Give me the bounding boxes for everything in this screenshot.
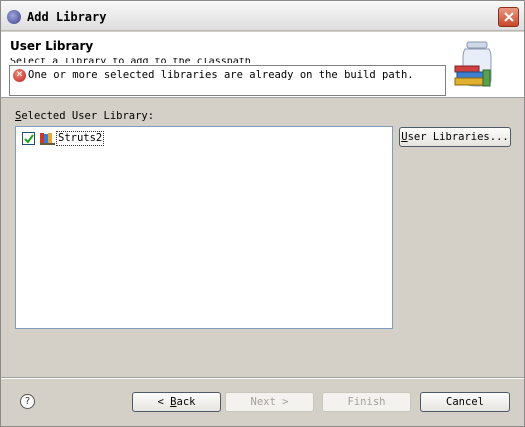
window-title: Add Library <box>27 10 107 24</box>
user-libraries-button[interactable]: User Libraries... <box>399 127 511 147</box>
list-item[interactable]: Struts2 <box>22 130 105 146</box>
error-message: One or more selected libraries are alrea… <box>28 69 414 81</box>
library-icon <box>40 132 55 145</box>
selected-user-library-label: Selected User Library: <box>15 110 155 122</box>
close-button[interactable] <box>498 7 519 27</box>
error-icon: ✕ <box>13 69 26 82</box>
add-library-dialog: Add Library User Library Select a librar… <box>0 0 525 427</box>
eclipse-icon <box>7 10 21 24</box>
footer-divider <box>1 377 524 379</box>
checkmark-icon <box>24 133 34 144</box>
user-library-list[interactable]: Struts2 <box>15 126 393 329</box>
error-message-box: ✕ One or more selected libraries are alr… <box>9 65 446 96</box>
back-button[interactable]: < Back <box>132 392 221 412</box>
cancel-button[interactable]: Cancel <box>420 392 510 412</box>
library-jar-icon <box>454 41 492 87</box>
help-icon[interactable]: ? <box>20 394 35 409</box>
wizard-header: User Library Select a library to add to … <box>1 32 524 98</box>
close-icon <box>504 12 514 22</box>
struts2-checkbox[interactable] <box>22 131 35 145</box>
next-button[interactable]: Next > <box>225 392 314 412</box>
page-title: User Library <box>10 39 94 53</box>
title-bar[interactable]: Add Library <box>1 1 524 31</box>
page-description: Select a library to add to the classpath <box>10 58 251 63</box>
finish-button[interactable]: Finish <box>322 392 411 412</box>
list-item-label: Struts2 <box>56 130 105 146</box>
